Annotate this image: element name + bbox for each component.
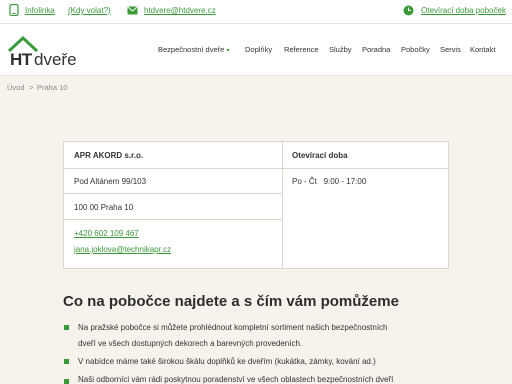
email-link[interactable]: htdvere@htdvere.cz [144,6,216,15]
nav-pobocky[interactable]: Pobočky [401,45,430,54]
list-item-text: Na pražské pobočce si můžete prohlédnout… [78,323,388,332]
logo[interactable]: HT dveře [8,34,118,69]
branch-phone-link[interactable]: +420 602 109 467 [74,229,139,238]
list-item-text: V nabídce máme také širokou škálu doplňk… [78,357,376,366]
row-divider [64,219,282,220]
opening-hours-value: Po - Čt 9:00 - 17:00 [292,177,367,186]
opening-hours-title: Otevírací doba [292,151,348,160]
bullet-icon [64,379,69,384]
branch-name: APR AKORD s.r.o. [74,151,144,160]
list-item-text: dveří ve všech dostupných dekorech a bar… [78,339,303,348]
branch-city: 100 00 Praha 10 [74,203,134,212]
nav-sluzby[interactable]: Služby [329,45,352,54]
breadcrumb-home[interactable]: Úvod [7,83,25,92]
kdy-volat-link[interactable]: (Kdy volat?) [68,6,111,15]
breadcrumb-separator: > [29,83,34,92]
opening-hours-link[interactable]: Otevírací doba poboček [421,6,506,15]
row-divider [64,168,448,169]
infolinka-link[interactable]: Infolinka [25,6,55,15]
clock-icon [403,5,414,16]
nav-doplnky[interactable]: Doplňky [245,45,272,54]
nav-label: Bezpečnostní dveře [158,45,225,54]
row-divider [64,193,282,194]
top-bar: Infolinka (Kdy volat?) htdvere@htdvere.c… [0,0,512,24]
nav-servis[interactable]: Servis [440,45,461,54]
logo-dvere-text: dveře [34,50,77,69]
nav-kontakt[interactable]: Kontakt [470,45,495,54]
list-item-text: Naši odborníci vám rádi poskytnou porade… [78,375,394,384]
branch-email-link[interactable]: jana.joklova@technikapr.cz [74,245,171,254]
column-divider [282,142,283,268]
bullet-icon [64,359,69,364]
nav-bezpecnostni-dvere[interactable]: Bezpečnostní dveře ▾ [158,45,229,54]
branch-info-card: APR AKORD s.r.o. Pod Altánem 99/103 100 … [63,141,449,269]
chevron-down-icon: ▾ [226,48,230,54]
nav-reference[interactable]: Reference [284,45,319,54]
mail-icon [127,6,138,15]
branch-street: Pod Altánem 99/103 [74,177,147,186]
phone-icon [9,4,19,16]
bullet-icon [64,325,69,330]
breadcrumb-current: Praha 10 [37,83,68,92]
section-title: Co na pobočce najdete a s čím vám pomůže… [63,293,399,310]
site-header: HT dveře Bezpečnostní dveře ▾ Doplňky Re… [0,24,512,76]
nav-poradna[interactable]: Poradna [362,45,390,54]
logo-ht-text: HT [10,50,32,69]
